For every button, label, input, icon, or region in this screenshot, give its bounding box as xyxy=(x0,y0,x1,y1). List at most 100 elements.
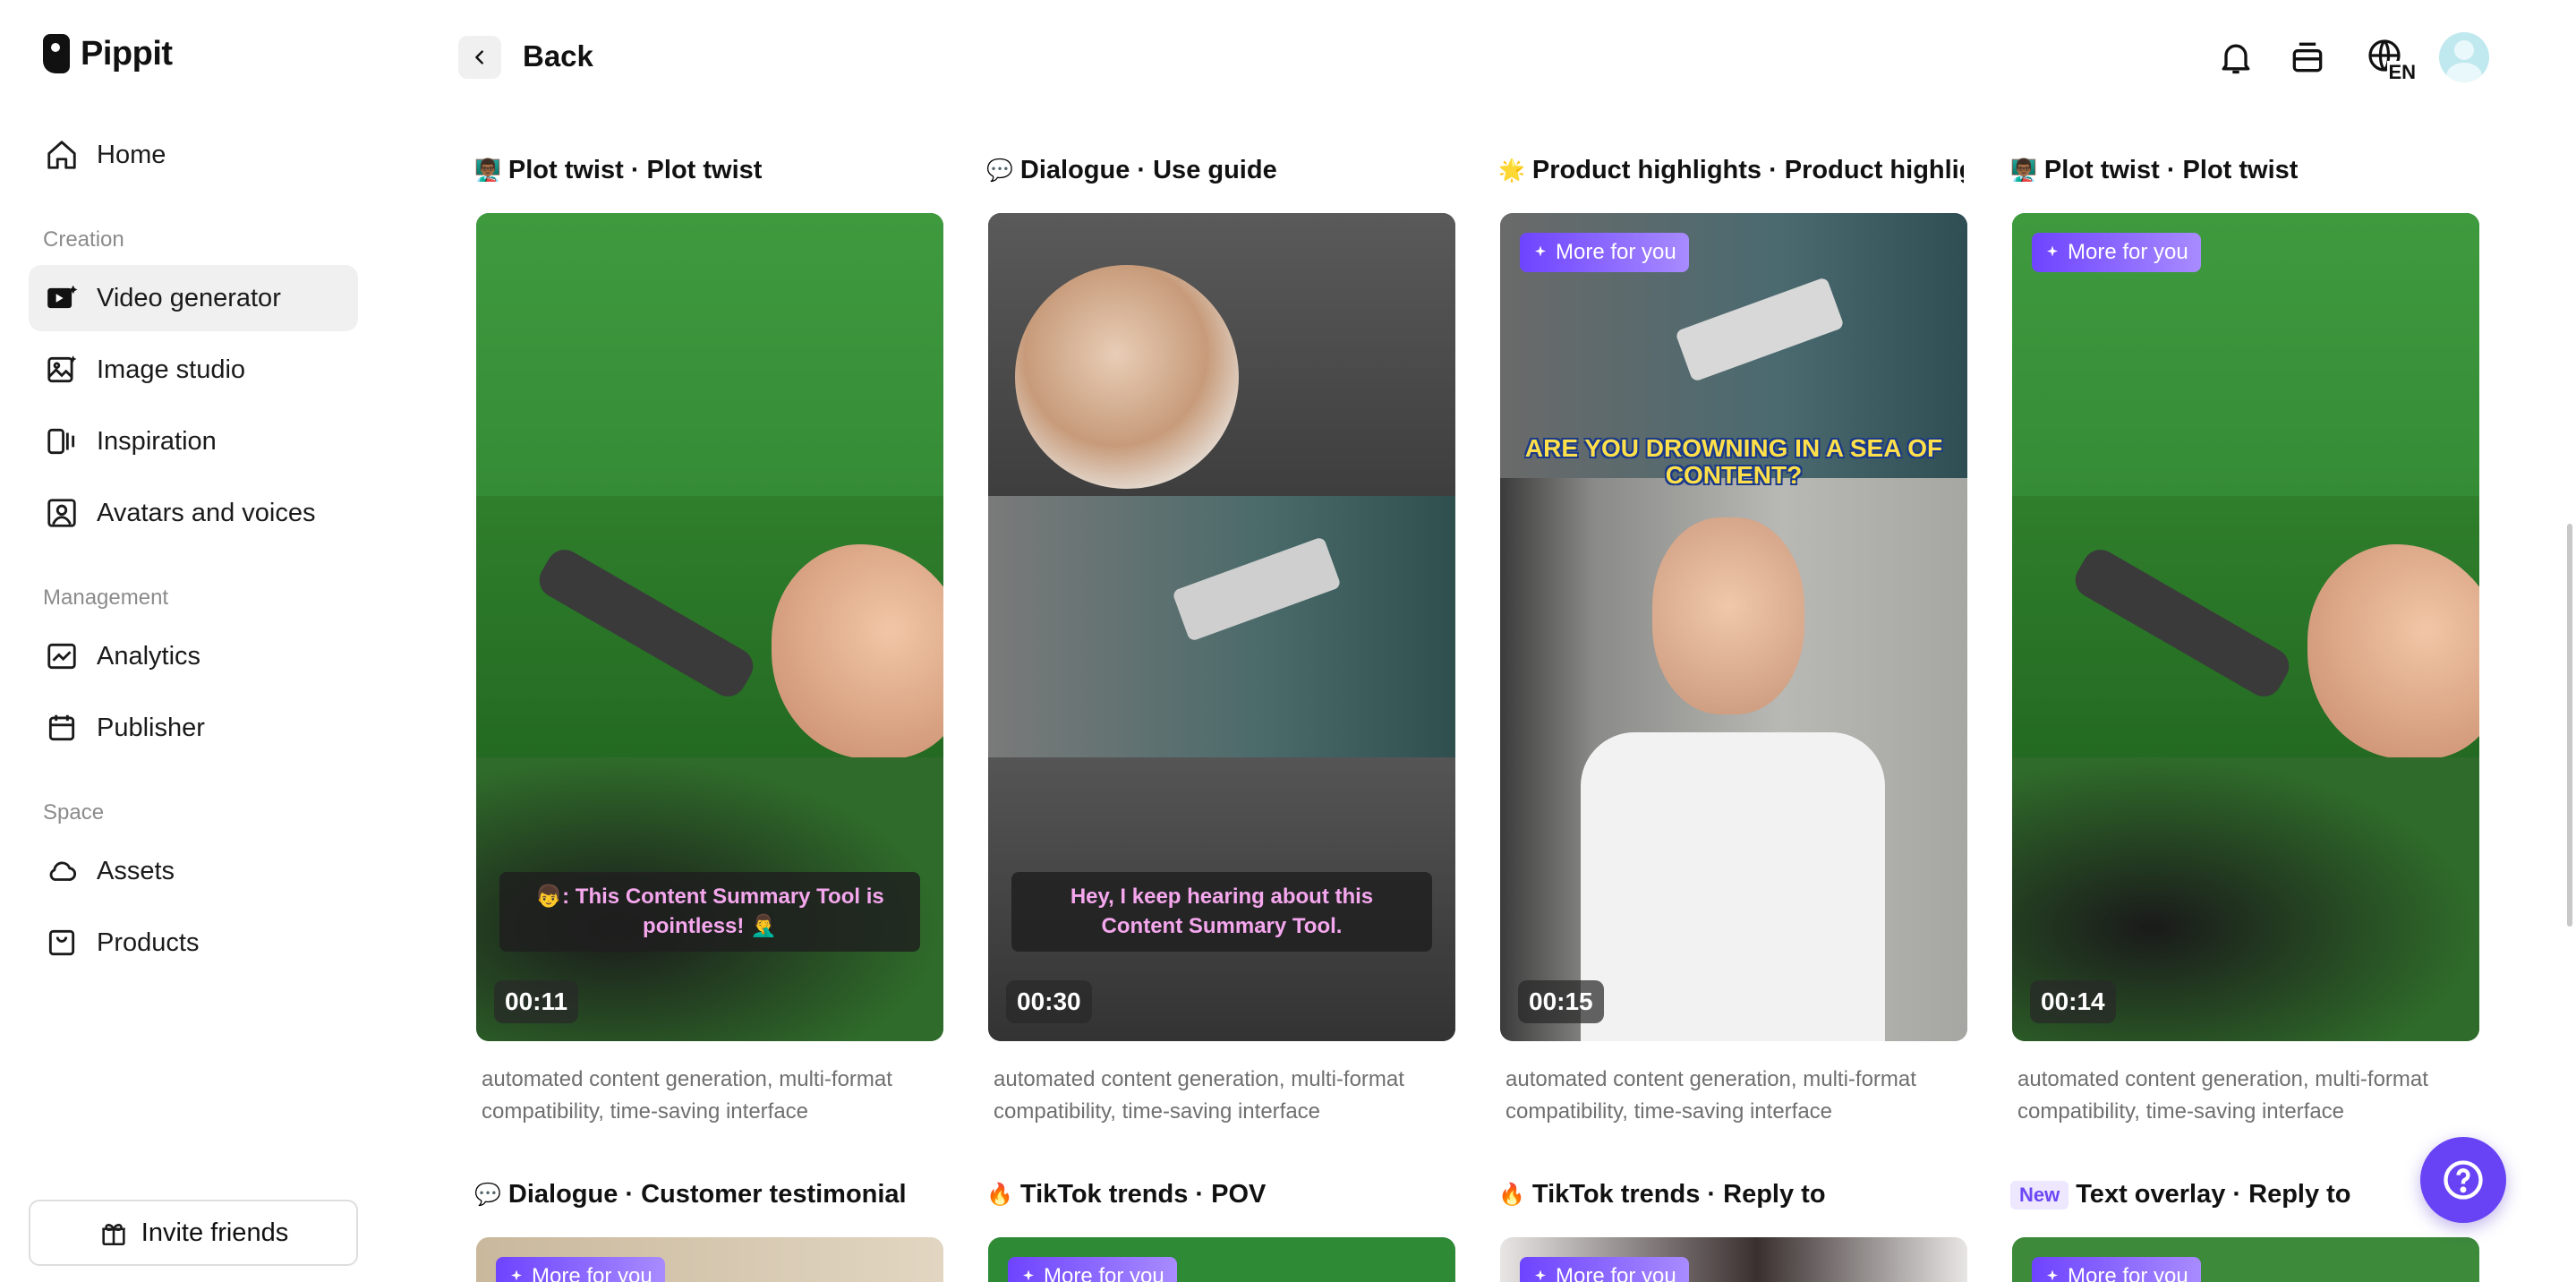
video-overlay-text: ARE YOU DROWNING IN A SEA OF CONTENT? xyxy=(1524,434,1943,489)
video-duration: 00:15 xyxy=(1518,980,1604,1023)
card-description: automated content generation, multi-form… xyxy=(2017,1067,2428,1124)
video-thumbnail[interactable]: Hey, I keep hearing about this Content S… xyxy=(988,213,1455,1041)
invite-friends-button[interactable]: Invite friends xyxy=(29,1200,358,1266)
card-emoji: 🌟 xyxy=(1498,158,1525,183)
card-title-text: Text overlay · Reply to xyxy=(2076,1180,2351,1209)
sidebar-item-label: Home xyxy=(97,140,166,169)
card-title: 💬 Dialogue · Customer testimonial xyxy=(474,1180,940,1209)
video-thumbnail[interactable]: More for you 00:14 xyxy=(2012,213,2479,1041)
video-duration: 00:11 xyxy=(494,980,579,1023)
card-description: automated content generation, multi-form… xyxy=(1506,1067,1916,1124)
video-caption: Hey, I keep hearing about this Content S… xyxy=(1011,872,1432,952)
more-for-you-badge: More for you xyxy=(1008,1257,1177,1282)
sidebar-item-label: Analytics xyxy=(97,641,201,671)
badge-label: More for you xyxy=(2068,1264,2188,1282)
sparkle-icon xyxy=(1023,1269,1034,1281)
pippit-logo-icon xyxy=(43,34,70,73)
video-thumbnail[interactable]: 👦: This Content Summary Tool is pointles… xyxy=(476,213,943,1041)
sidebar-item-products[interactable]: Products xyxy=(29,910,358,976)
sidebar-item-publisher[interactable]: Publisher xyxy=(29,695,358,761)
card-emoji: 💬 xyxy=(474,1183,501,1207)
video-duration: 00:30 xyxy=(1006,980,1092,1023)
invite-friends-label: Invite friends xyxy=(141,1218,289,1247)
sidebar-item-video-generator[interactable]: Video generator xyxy=(29,265,358,331)
video-thumbnail[interactable]: More for you xyxy=(2012,1237,2479,1282)
back-button[interactable] xyxy=(458,36,501,79)
card-title: 👨🏾‍🏫 Plot twist · Plot twist xyxy=(474,156,940,185)
stack-icon xyxy=(2292,42,2323,73)
card-title: 🔥 TikTok trends · POV xyxy=(986,1180,1452,1209)
card-description: automated content generation, multi-form… xyxy=(482,1067,892,1124)
pippit-logo[interactable]: Pippit xyxy=(43,34,173,73)
video-generator-icon xyxy=(47,285,78,309)
video-thumbnail[interactable]: More for you xyxy=(1500,1237,1967,1282)
card-emoji: 👨🏾‍🏫 xyxy=(2010,158,2037,183)
new-tag: New xyxy=(2010,1180,2069,1209)
language-label: EN xyxy=(2387,61,2417,84)
section-label-creation: Creation xyxy=(43,227,124,252)
badge-label: More for you xyxy=(532,1264,653,1282)
card-title: 👨🏾‍🏫 Plot twist · Plot twist xyxy=(2010,156,2476,185)
badge-label: More for you xyxy=(1044,1264,1164,1282)
products-icon xyxy=(48,929,75,956)
sidebar-item-home[interactable]: Home xyxy=(29,122,358,188)
avatar-icon xyxy=(47,499,76,527)
card-title-text: Dialogue · Customer testimonial xyxy=(508,1180,907,1209)
card-title-text: Product highlights · Product highlig... xyxy=(1531,156,1964,184)
sidebar-item-inspiration[interactable]: Inspiration xyxy=(29,408,358,474)
card-emoji: 🔥 xyxy=(1498,1183,1525,1207)
sidebar-item-label: Image studio xyxy=(97,355,246,384)
bell-icon xyxy=(2222,44,2250,74)
card-title: 🌟 Product highlights · Product highlig..… xyxy=(1498,156,1964,185)
more-for-you-badge: More for you xyxy=(1520,233,1689,272)
sidebar-item-image-studio[interactable]: Image studio xyxy=(29,337,358,403)
card-title-text: Dialogue · Use guide xyxy=(1019,156,1277,184)
sidebar-item-label: Assets xyxy=(97,856,175,885)
sidebar-item-label: Avatars and voices xyxy=(97,498,316,527)
section-label-management: Management xyxy=(43,585,169,610)
card-emoji: 🔥 xyxy=(986,1183,1013,1207)
sidebar-item-label: Products xyxy=(97,927,200,957)
video-thumbnail[interactable]: More for you xyxy=(476,1237,943,1282)
video-thumbnail[interactable]: ARE YOU DROWNING IN A SEA OF CONTENT? Mo… xyxy=(1500,213,1967,1041)
card-title: 🔥 TikTok trends · Reply to xyxy=(1498,1180,1964,1209)
more-for-you-badge: More for you xyxy=(496,1257,665,1282)
user-avatar[interactable] xyxy=(2439,32,2489,82)
analytics-icon xyxy=(47,643,76,670)
chevron-left-icon xyxy=(475,50,483,64)
gift-icon xyxy=(102,1224,125,1246)
sidebar-item-analytics[interactable]: Analytics xyxy=(29,623,358,689)
card-title: 💬 Dialogue · Use guide xyxy=(986,156,1452,185)
card-title-text: Plot twist · Plot twist xyxy=(508,156,763,184)
badge-label: More for you xyxy=(1556,240,1676,264)
calendar-icon xyxy=(48,714,75,741)
home-icon xyxy=(47,141,76,169)
back-label[interactable]: Back xyxy=(523,39,593,73)
more-for-you-badge: More for you xyxy=(2032,233,2201,272)
image-studio-icon xyxy=(47,355,77,383)
help-button[interactable] xyxy=(2420,1137,2506,1223)
card-title: New Text overlay · Reply to xyxy=(2010,1180,2476,1209)
section-label-space: Space xyxy=(43,800,105,825)
sidebar-item-assets[interactable]: Assets xyxy=(29,838,358,904)
more-for-you-badge: More for you xyxy=(1520,1257,1689,1282)
sidebar-item-avatars-voices[interactable]: Avatars and voices xyxy=(29,480,358,546)
card-description: automated content generation, multi-form… xyxy=(994,1067,1404,1124)
cloud-icon xyxy=(49,861,77,881)
card-emoji: 💬 xyxy=(986,158,1013,183)
language-button[interactable]: EN xyxy=(2358,34,2417,84)
sparkle-icon xyxy=(2047,1269,2058,1281)
more-for-you-badge: More for you xyxy=(2032,1257,2201,1282)
card-title-text: TikTok trends · Reply to xyxy=(1531,1180,1826,1209)
notifications-button[interactable] xyxy=(2213,34,2259,81)
question-mark-icon xyxy=(2444,1160,2483,1200)
sparkle-icon xyxy=(2047,245,2058,257)
video-thumbnail[interactable]: More for you xyxy=(988,1237,1455,1282)
tasks-button[interactable] xyxy=(2284,34,2331,81)
sparkle-icon xyxy=(1535,245,1546,257)
sidebar-item-label: Video generator xyxy=(97,283,281,312)
card-title-text: Plot twist · Plot twist xyxy=(2043,156,2299,184)
video-duration: 00:14 xyxy=(2030,980,2116,1023)
scrollbar[interactable] xyxy=(2567,524,2572,927)
sidebar-item-label: Inspiration xyxy=(97,426,217,456)
